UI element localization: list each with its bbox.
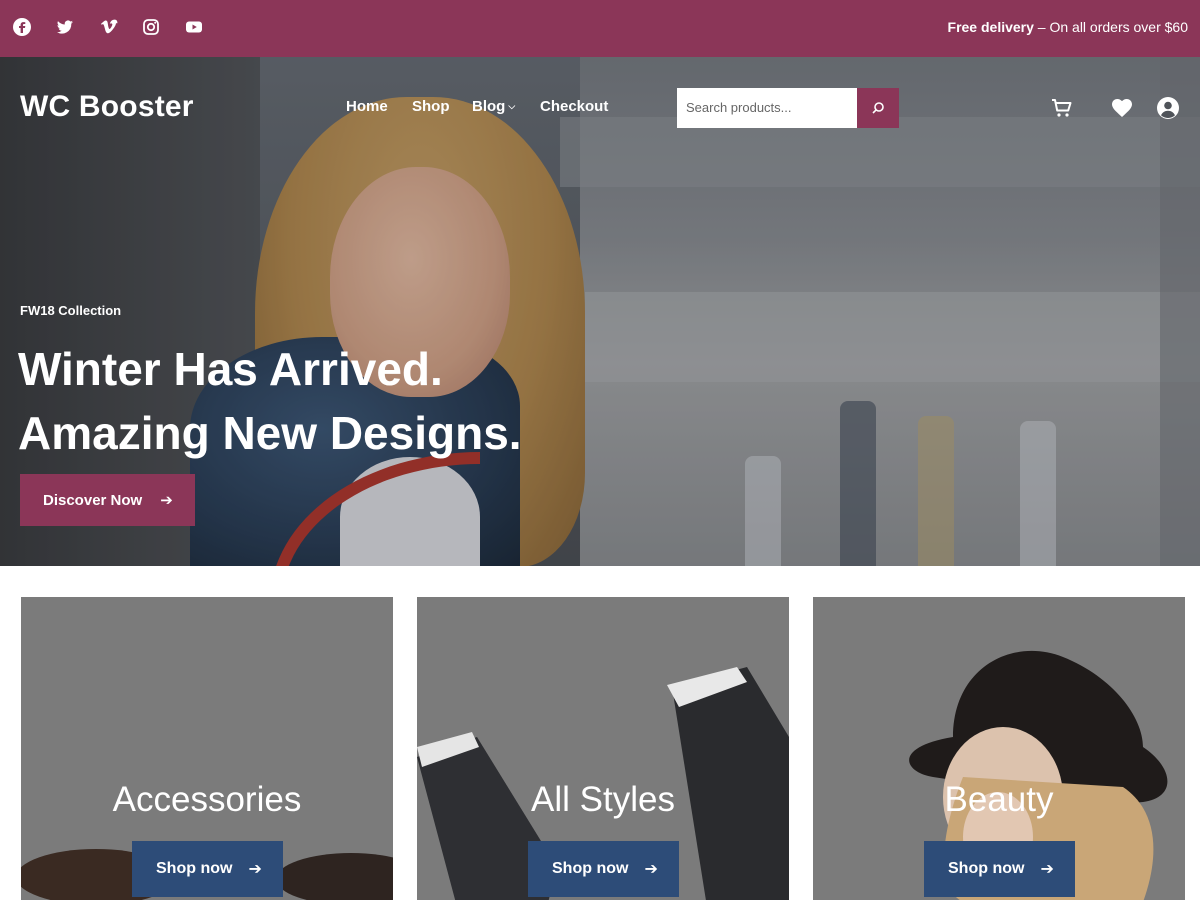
social-links: [12, 17, 227, 39]
twitter-icon[interactable]: [55, 17, 77, 39]
account-icon[interactable]: [1156, 96, 1180, 120]
category-card-all-styles[interactable]: All Styles Shop now ➔: [417, 597, 789, 900]
nav-home[interactable]: Home: [346, 98, 388, 115]
search-input[interactable]: Search products...: [677, 88, 857, 128]
category-card-accessories[interactable]: Accessories Shop now ➔: [21, 597, 393, 900]
shop-now-label: Shop now: [948, 860, 1025, 877]
shop-now-button[interactable]: Shop now ➔: [528, 841, 679, 897]
delivery-text: – On all orders over $60: [1033, 19, 1188, 35]
category-card-beauty[interactable]: Beauty Shop now ➔: [813, 597, 1185, 900]
nav-blog[interactable]: Blog ⌵: [472, 98, 515, 115]
category-title: All Styles: [531, 780, 675, 819]
arrow-right-icon: ➔: [1040, 861, 1054, 878]
heart-icon[interactable]: [1110, 96, 1134, 120]
delivery-notice: Free delivery – On all orders over $60: [948, 19, 1188, 35]
discover-now-label: Discover Now: [43, 491, 143, 509]
site-logo[interactable]: WC Booster: [20, 90, 194, 124]
discover-now-button[interactable]: Discover Now ➔: [20, 474, 195, 526]
nav-checkout[interactable]: Checkout: [540, 98, 608, 115]
youtube-icon[interactable]: [184, 17, 206, 39]
hero-headline-line1: Winter Has Arrived.: [18, 343, 443, 395]
instagram-icon[interactable]: [141, 17, 163, 39]
chevron-down-icon: ⌵: [508, 101, 516, 111]
category-title: Accessories: [112, 780, 302, 819]
facebook-icon[interactable]: [12, 17, 34, 39]
cart-icon[interactable]: [1050, 96, 1074, 120]
nav-shop[interactable]: Shop: [412, 98, 450, 115]
nav-blog-label: Blog: [472, 98, 506, 115]
shop-now-button[interactable]: Shop now ➔: [132, 841, 283, 897]
hero-headline: Winter Has Arrived. Amazing New Designs.: [18, 337, 522, 465]
arrow-right-icon: ➔: [644, 861, 658, 878]
shop-now-label: Shop now: [156, 860, 233, 877]
arrow-right-icon: ➔: [160, 492, 173, 509]
vimeo-icon[interactable]: [98, 17, 120, 39]
category-title: Beauty: [944, 780, 1054, 819]
top-bar: Free delivery – On all orders over $60: [0, 0, 1200, 57]
arrow-right-icon: ➔: [248, 861, 262, 878]
search-icon: [872, 102, 884, 114]
shop-now-label: Shop now: [552, 860, 629, 877]
delivery-bold: Free delivery: [947, 19, 1034, 35]
hero-headline-line2: Amazing New Designs.: [18, 407, 522, 459]
shop-now-button[interactable]: Shop now ➔: [924, 841, 1075, 897]
search-button[interactable]: [857, 88, 899, 128]
hero-eyebrow: FW18 Collection: [20, 303, 122, 318]
